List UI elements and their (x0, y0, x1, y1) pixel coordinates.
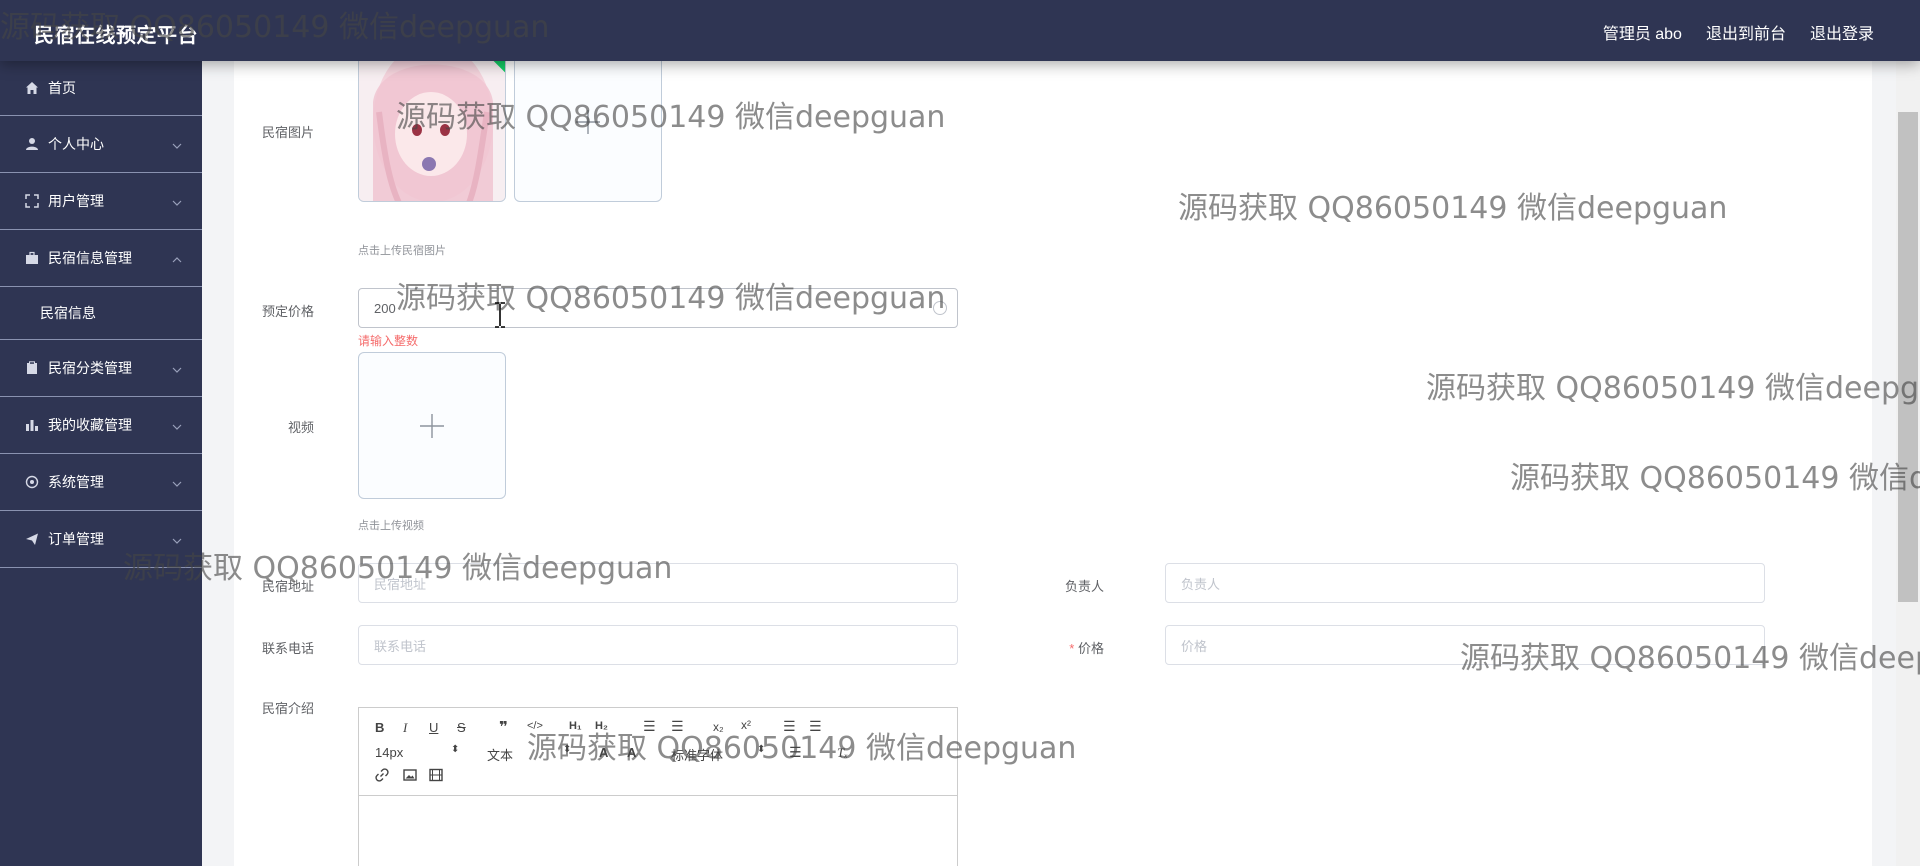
indent-icon[interactable]: ☰ (809, 718, 822, 735)
superscript-icon[interactable]: x² (741, 718, 751, 732)
chevron-down-icon (172, 193, 182, 209)
clear-format-icon[interactable]: Tₓ (837, 745, 848, 761)
address-input[interactable]: 民宿地址 (358, 563, 958, 603)
sidebar-item-category-mgmt[interactable]: 民宿分类管理 (0, 340, 202, 397)
chevron-down-icon (172, 360, 182, 376)
cost-input[interactable]: 价格 (1165, 625, 1765, 665)
sidebar-item-home[interactable]: 首页 (0, 61, 202, 116)
home-icon (24, 80, 40, 96)
sidebar-item-label: 民宿分类管理 (48, 360, 132, 376)
header1-icon[interactable]: H₁ (569, 720, 582, 732)
admin-name: 管理员 abo (1602, 26, 1682, 43)
align-icon[interactable]: ☰ (789, 744, 802, 761)
video-icon[interactable] (429, 768, 443, 785)
intro-label: 民宿介绍 (261, 701, 314, 716)
subscript-icon[interactable]: x₂ (713, 720, 724, 734)
chevron-down-icon (172, 136, 182, 152)
background-color-icon[interactable]: A (627, 745, 636, 760)
sidebar: 首页 个人中心 用户管理 民宿信息管理 民宿信息 民宿分类管理 我的收藏管理 系… (0, 61, 202, 866)
send-icon (24, 531, 40, 547)
sidebar-item-favorites-mgmt[interactable]: 我的收藏管理 (0, 397, 202, 454)
settings-icon (24, 474, 40, 490)
uploaded-image-thumbnail[interactable] (358, 41, 506, 202)
plus-icon (576, 109, 600, 134)
sidebar-item-homestay-info-mgmt[interactable]: 民宿信息管理 (0, 230, 202, 287)
font-family-select[interactable]: 标准字体 (671, 745, 723, 764)
top-header: 民宿在线预定平台 管理员 abo 退出到前台 退出登录 (0, 0, 1920, 61)
sidebar-item-label: 系统管理 (48, 474, 104, 490)
select-arrow-icon: ⬍ (757, 744, 766, 755)
italic-icon[interactable]: I (403, 720, 407, 736)
sidebar-subitem-homestay-info[interactable]: 民宿信息 (0, 287, 202, 340)
sidebar-item-label: 用户管理 (48, 193, 104, 209)
header2-icon[interactable]: H₂ (595, 720, 608, 732)
back-to-front-link[interactable]: 退出到前台 (1706, 20, 1786, 44)
video-label: 视频 (287, 420, 314, 435)
underline-icon[interactable]: U (429, 720, 438, 735)
owner-label: 负责人 (1064, 579, 1104, 594)
clipboard-icon (24, 360, 40, 376)
plus-icon (420, 413, 444, 438)
image-upload-button[interactable] (514, 41, 662, 202)
image-upload-hint: 点击上传民宿图片 (358, 245, 446, 257)
cost-label: 价格 (1077, 641, 1104, 656)
sidebar-item-order-mgmt[interactable]: 订单管理 (0, 511, 202, 568)
sidebar-item-label: 我的收藏管理 (48, 417, 132, 433)
text-cursor-icon (495, 302, 505, 328)
text-type-select[interactable]: 文本 (487, 745, 513, 764)
bar-chart-icon (24, 417, 40, 433)
briefcase-icon (24, 250, 40, 266)
outdent-icon[interactable]: ☰ (783, 718, 796, 735)
editor-toolbar: B I U S ❞ </> H₁ H₂ ☰ ☰ x₂ x² ☰ ☰ 14px ⬍… (359, 708, 957, 796)
sidebar-item-label: 首页 (48, 80, 76, 96)
strikethrough-icon[interactable]: S (457, 720, 466, 735)
sidebar-item-label: 订单管理 (48, 531, 104, 547)
address-label: 民宿地址 (261, 579, 314, 594)
video-upload-button[interactable] (358, 352, 506, 499)
clear-icon[interactable] (933, 301, 947, 315)
image-label: 民宿图片 (261, 125, 314, 140)
font-size-select[interactable]: 14px (375, 745, 403, 760)
price-error-message: 请输入整数 (358, 334, 419, 348)
owner-input[interactable]: 负责人 (1165, 563, 1765, 603)
chevron-down-icon (172, 531, 182, 547)
logout-link[interactable]: 退出登录 (1810, 20, 1874, 44)
image-icon[interactable] (403, 768, 417, 785)
expand-icon (24, 193, 40, 209)
editor-content-area[interactable] (359, 796, 957, 866)
ordered-list-icon[interactable]: ☰ (643, 718, 656, 735)
price-input[interactable]: 200 (358, 288, 958, 328)
sidebar-item-label: 个人中心 (48, 136, 104, 152)
font-color-icon[interactable]: A (599, 745, 608, 760)
bullet-list-icon[interactable]: ☰ (671, 718, 684, 735)
form-card: 民宿图片 点击上传民宿图片 预定价格 200 请输入整数 视频 点击上传视频 民… (234, 41, 1872, 866)
main-content: 民宿图片 点击上传民宿图片 预定价格 200 请输入整数 视频 点击上传视频 民… (202, 41, 1920, 866)
sidebar-item-label: 民宿信息管理 (48, 250, 132, 266)
phone-input[interactable]: 联系电话 (358, 625, 958, 665)
user-icon (24, 136, 40, 152)
cost-label-wrap: * 价格 (1024, 638, 1104, 657)
phone-label: 联系电话 (261, 641, 314, 656)
sidebar-item-profile[interactable]: 个人中心 (0, 116, 202, 173)
price-label: 预定价格 (261, 304, 314, 319)
select-arrow-icon: ⬍ (451, 744, 460, 755)
chevron-up-icon (172, 250, 182, 266)
video-upload-hint: 点击上传视频 (358, 520, 424, 532)
sidebar-item-users[interactable]: 用户管理 (0, 173, 202, 230)
required-asterisk: * (1069, 641, 1075, 656)
price-input-value: 200 (374, 300, 396, 316)
sidebar-item-system-mgmt[interactable]: 系统管理 (0, 454, 202, 511)
anime-portrait-image (359, 42, 505, 201)
link-icon[interactable] (375, 768, 389, 785)
chevron-down-icon (172, 417, 182, 433)
rich-text-editor[interactable]: B I U S ❞ </> H₁ H₂ ☰ ☰ x₂ x² ☰ ☰ 14px ⬍… (358, 707, 958, 866)
select-arrow-icon: ⬍ (563, 744, 572, 755)
scrollbar-thumb[interactable] (1898, 112, 1918, 602)
chevron-down-icon (172, 474, 182, 490)
app-title: 民宿在线预定平台 (34, 25, 198, 47)
bold-icon[interactable]: B (375, 720, 384, 735)
blockquote-icon[interactable]: ❞ (499, 718, 508, 736)
code-icon[interactable]: </> (527, 720, 543, 732)
